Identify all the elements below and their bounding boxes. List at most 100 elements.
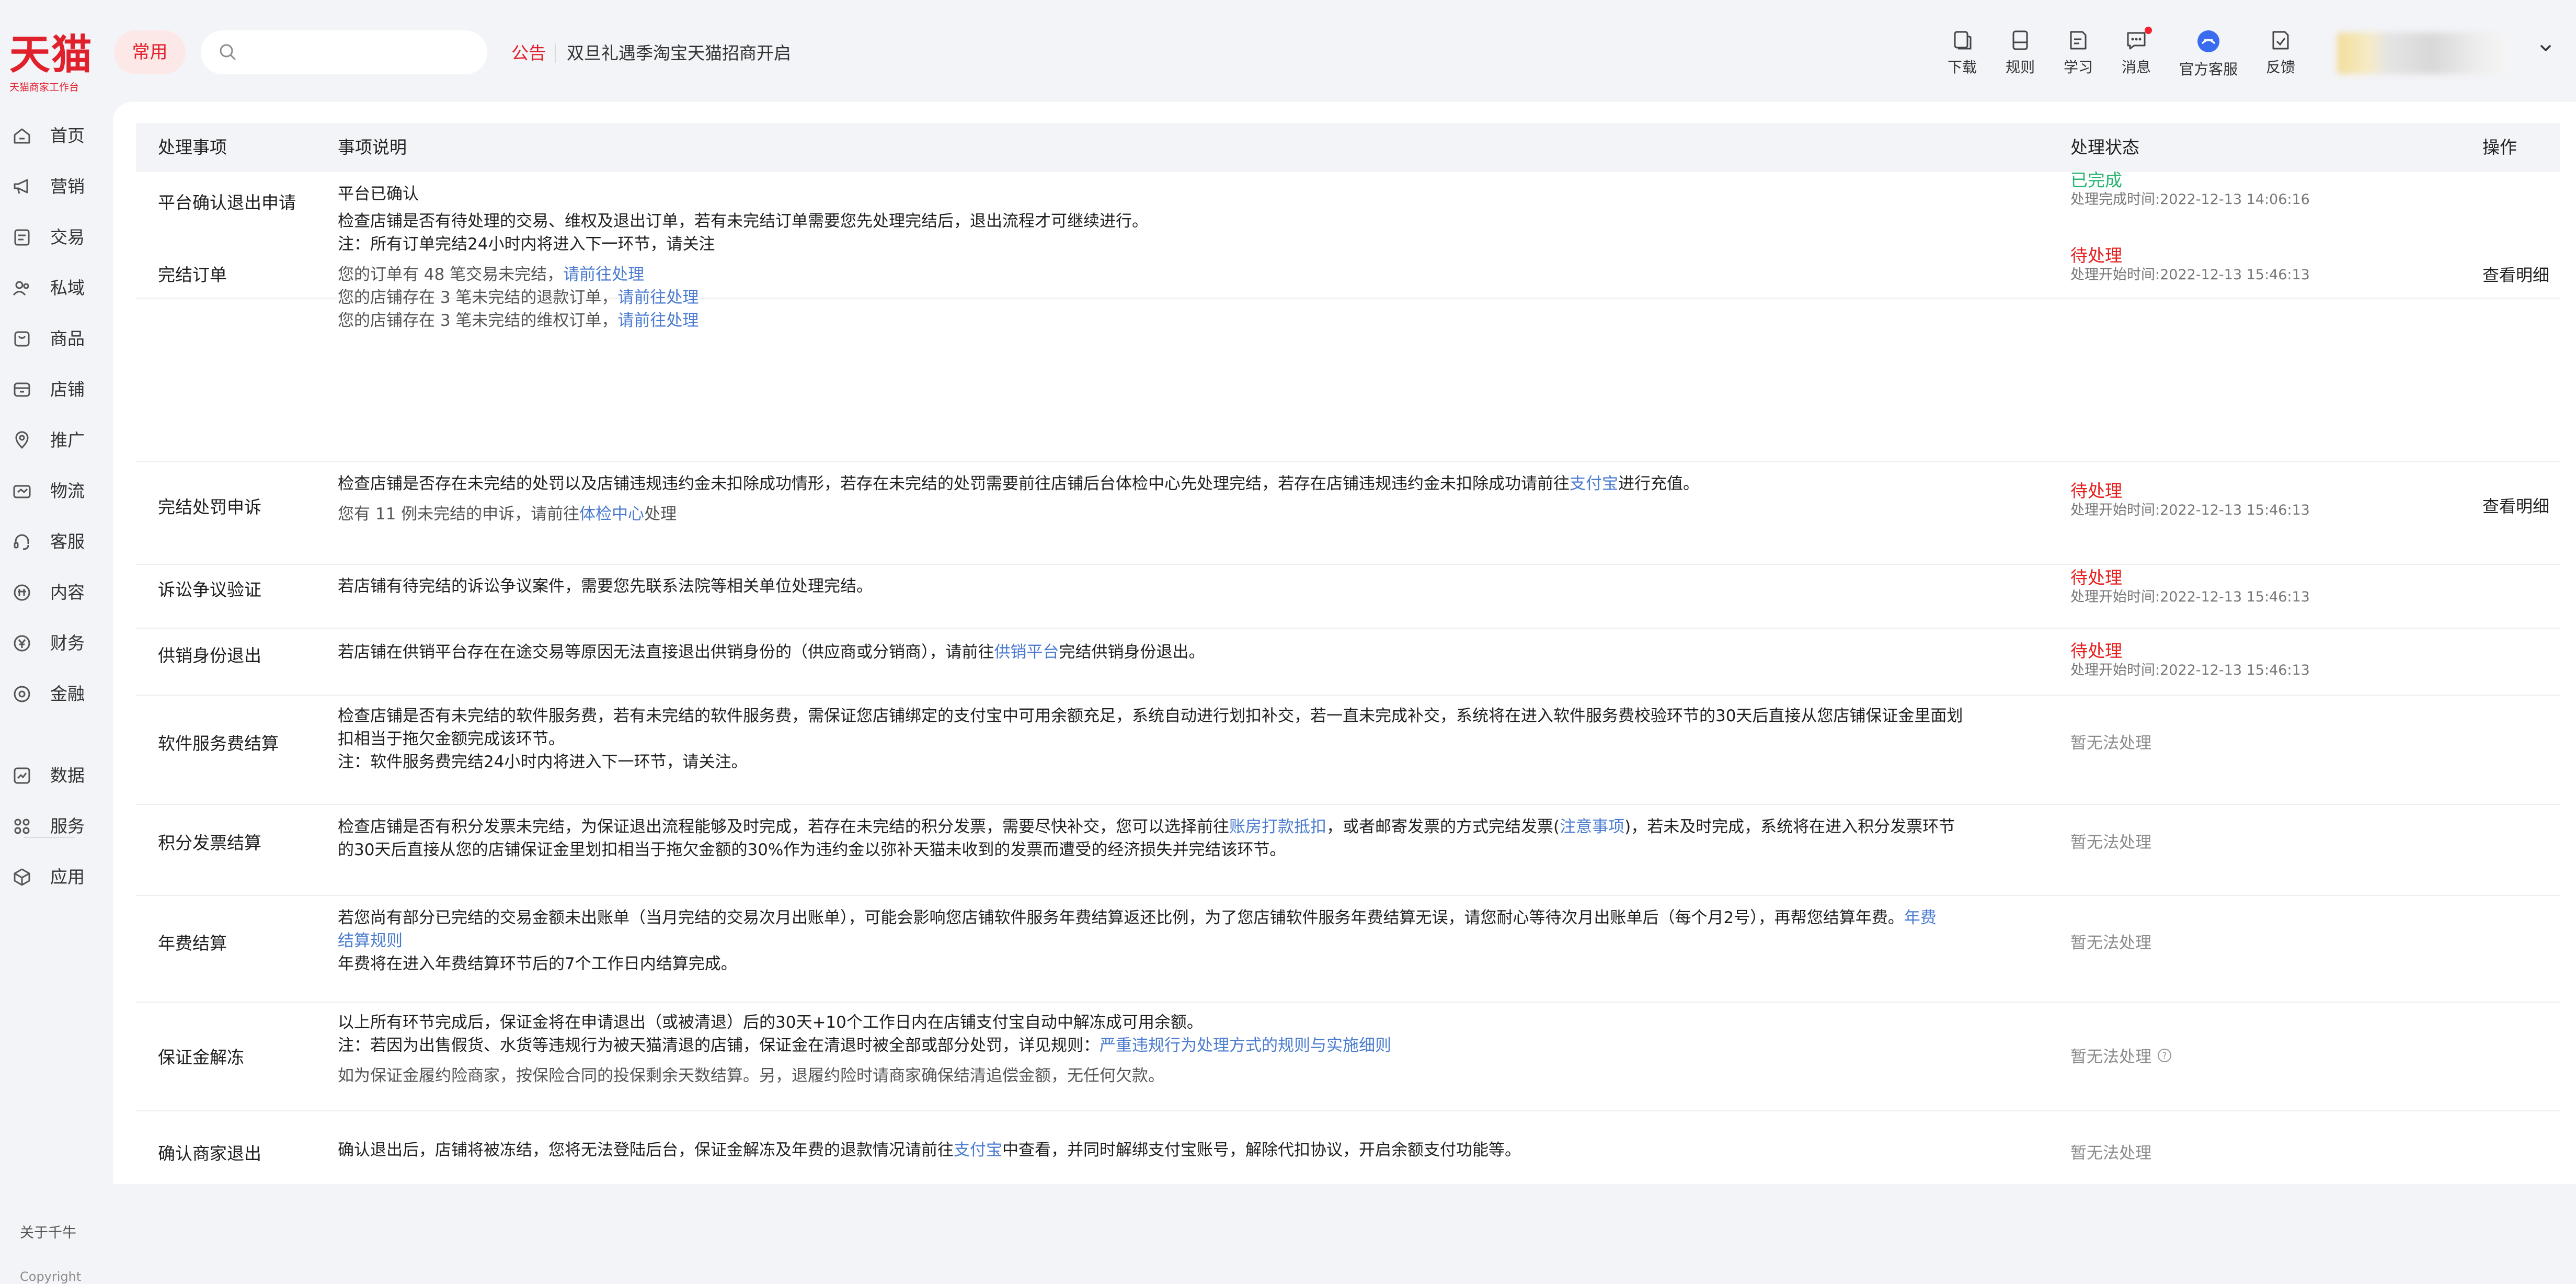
sidebar-item-goods[interactable]: 商品 — [0, 321, 113, 357]
description-line: 以上所有环节完成后，保证金将在申请退出（或被清退）后的30天+10个工作日内在店… — [338, 1011, 2037, 1034]
description-line: 您的店铺存在 3 笔未完结的退款订单，请前往处理 — [338, 286, 2037, 309]
item-name: 供销身份退出 — [158, 645, 261, 666]
description-link[interactable]: 体检中心 — [579, 505, 644, 524]
description-link[interactable]: 请前往处理 — [617, 288, 699, 307]
description-text: 检查店铺是否存在未完结的处罚以及店铺违规违约金未扣除成功情形，若存在未完结的处罚… — [338, 474, 1570, 493]
description-text: 检查店铺是否有积分发票未完结，为保证退出流程能够及时完成，若存在未完结的积分发票… — [338, 817, 1229, 836]
study-button[interactable]: 学习 — [2047, 29, 2110, 77]
user-avatar-blurred[interactable] — [2337, 32, 2510, 74]
description-text: 若您尚有部分已完结的交易金额未出账单（当月完结的交易次月出账单），可能会影响您店… — [338, 908, 1904, 927]
description-link[interactable]: 支付宝 — [954, 1141, 1002, 1160]
description-link[interactable]: 注意事项 — [1560, 817, 1624, 836]
sidebar-item-home[interactable]: 首页 — [0, 118, 113, 154]
search-input[interactable] — [248, 38, 470, 68]
status-label: 暂无法处理 — [2070, 934, 2151, 952]
description-link[interactable]: 供销平台 — [994, 643, 1059, 662]
status-time: 处理开始时间:2022-12-13 15:46:13 — [2070, 662, 2310, 678]
sidebar-item-label: 推广 — [50, 430, 85, 450]
item-description: 检查店铺是否有未完结的软件服务费，若有未完结的软件服务费，需保证您店铺绑定的支付… — [338, 705, 2037, 774]
sidebar-item-label: 财务 — [50, 633, 85, 653]
sidebar-item-finance[interactable]: 财务 — [0, 625, 113, 662]
description-text: 检查店铺是否有待处理的交易、维权及退出订单，若有未完结订单需要您先处理完结后，退… — [338, 212, 1148, 231]
customer-service-button[interactable]: 官方客服 — [2177, 29, 2240, 79]
tmall-logo[interactable]: 天猫 天猫商家工作台 — [9, 31, 104, 94]
rules-button[interactable]: 规则 — [1989, 29, 2052, 77]
unread-dot — [2145, 27, 2152, 34]
sidebar-item-banking[interactable]: 金融 — [0, 676, 113, 712]
description-text: 的30天后直接从您的店铺保证金里划扣相当于拖欠金额的30%作为违约金以弥补天猫未… — [338, 840, 1286, 859]
description-link[interactable]: 结算规则 — [338, 931, 403, 950]
notice-link[interactable]: 双旦礼遇季淘宝天猫招商开启 — [567, 42, 791, 65]
frequent-button[interactable]: 常用 — [114, 30, 186, 74]
status-cell: 暂无法处理 — [2070, 929, 2151, 953]
description-text: 进行充值。 — [1618, 474, 1699, 493]
help-circle-icon[interactable]: ? — [2157, 1048, 2172, 1063]
feedback-button[interactable]: 反馈 — [2249, 29, 2312, 77]
sidebar-item-trade[interactable]: 交易 — [0, 219, 113, 256]
item-name: 保证金解冻 — [158, 1047, 244, 1067]
search-box[interactable] — [201, 30, 487, 74]
description-link[interactable]: 请前往处理 — [563, 265, 644, 284]
download-button[interactable]: 下载 — [1931, 29, 1994, 77]
description-text: 扣相当于拖欠金额完成该环节。 — [338, 730, 565, 748]
status-label: 待处理 — [2070, 641, 2122, 661]
description-link[interactable]: 账房打款抵扣 — [1229, 817, 1326, 836]
service-icon — [14, 819, 30, 834]
description-link[interactable]: 支付宝 — [1570, 474, 1618, 493]
headset-icon — [14, 534, 29, 550]
status-label: 待处理 — [2070, 245, 2122, 266]
content-icon — [14, 584, 30, 601]
sidebar-item-promotion[interactable]: 推广 — [0, 422, 113, 459]
header-status: 处理状态 — [2070, 137, 2139, 157]
description-link[interactable]: 年费 — [1904, 908, 1937, 927]
app-icon — [14, 868, 30, 886]
view-details-link[interactable]: 查看明细 — [2482, 493, 2549, 517]
sidebar-item-customer-service[interactable]: 客服 — [0, 524, 113, 560]
sidebar-item-shop[interactable]: 店铺 — [0, 371, 113, 408]
description-line: 确认退出后，店铺将被冻结，您将无法登陆后台，保证金解冻及年费的退款情况请前往支付… — [338, 1139, 2037, 1162]
rules-icon — [2012, 30, 2028, 50]
table-row: 确认商家退出 确认退出后，店铺将被冻结，您将无法登陆后台，保证金解冻及年费的退款情… — [136, 1110, 2560, 1184]
status-label: 暂无法处理 — [2070, 734, 2151, 753]
description-text: 中查看，并同时解绑支付宝账号，解除代扣协议，开启余额支付功能等。 — [1002, 1141, 1521, 1160]
description-link[interactable]: 严重违规行为处理方式的规则与实施细则 — [1100, 1036, 1391, 1055]
status-cell: 已完成 处理完成时间:2022-12-13 14:06:16 — [2070, 170, 2310, 209]
item-name: 平台确认退出申请 — [158, 192, 296, 213]
private-domain-icon — [13, 281, 29, 296]
logo-text: 天猫 — [9, 31, 94, 78]
sidebar-item-content[interactable]: 内容 — [0, 574, 113, 611]
description-link[interactable]: 请前往处理 — [617, 311, 699, 330]
description-text: 注：所有订单完结24小时内将进入下一环节，请关注 — [338, 235, 715, 254]
sidebar: 首页 营销 交易 私域 商品 店铺 推广 物流 客服 内容 财务 金融 数据 服… — [0, 102, 113, 1284]
sidebar-item-label: 私域 — [50, 278, 85, 298]
sidebar-item-apps[interactable]: 应用 — [0, 859, 113, 895]
sidebar-item-data[interactable]: 数据 — [0, 757, 113, 794]
sidebar-item-label: 内容 — [50, 582, 85, 603]
table-row: 供销身份退出 若店铺在供销平台存在在途交易等原因无法直接退出供销身份的（供应商或分… — [136, 628, 2560, 696]
sidebar-item-logistics[interactable]: 物流 — [0, 473, 113, 509]
sidebar-item-service[interactable]: 服务 — [0, 808, 113, 845]
item-description: 若您尚有部分已完结的交易金额未出账单（当月完结的交易次月出账单），可能会影响您店… — [338, 906, 2037, 975]
description-text: )，若未及时完成，系统将在进入积分发票环节 — [1624, 817, 1955, 836]
description-text: 您的店铺存在 3 笔未完结的退款订单， — [338, 288, 618, 307]
item-name: 年费结算 — [158, 933, 227, 953]
description-line: 如为保证金履约险商家，按保险合同的投保剩余天数结算。另，退履约险时请商家确保结清… — [338, 1064, 2037, 1087]
chevron-down-icon[interactable] — [2538, 41, 2553, 55]
about-link[interactable]: 关于千牛 — [20, 1221, 76, 1242]
finance-icon — [14, 635, 30, 652]
status-unavailable: 暂无法处理 — [2070, 829, 2151, 853]
tool-label: 消息 — [2121, 59, 2151, 76]
message-button[interactable]: 消息 — [2105, 27, 2168, 77]
status-unavailable: 暂无法处理 — [2070, 730, 2151, 753]
sidebar-item-private-domain[interactable]: 私域 — [0, 270, 113, 306]
table-row: 软件服务费结算 检查店铺是否有未完结的软件服务费，若有未完结的软件服务费，需保证您… — [136, 695, 2560, 805]
status-label: 暂无法处理 — [2070, 833, 2151, 852]
item-description: 确认退出后，店铺将被冻结，您将无法登陆后台，保证金解冻及年费的退款情况请前往支付… — [338, 1139, 2037, 1162]
status-label: 暂无法处理 — [2070, 1144, 2151, 1163]
sidebar-item-marketing[interactable]: 营销 — [0, 168, 113, 205]
feedback-icon — [2272, 31, 2289, 50]
description-line: 您有 11 例未完结的申诉，请前往体检中心处理 — [338, 503, 2037, 526]
view-details-link[interactable]: 查看明细 — [2482, 262, 2549, 286]
